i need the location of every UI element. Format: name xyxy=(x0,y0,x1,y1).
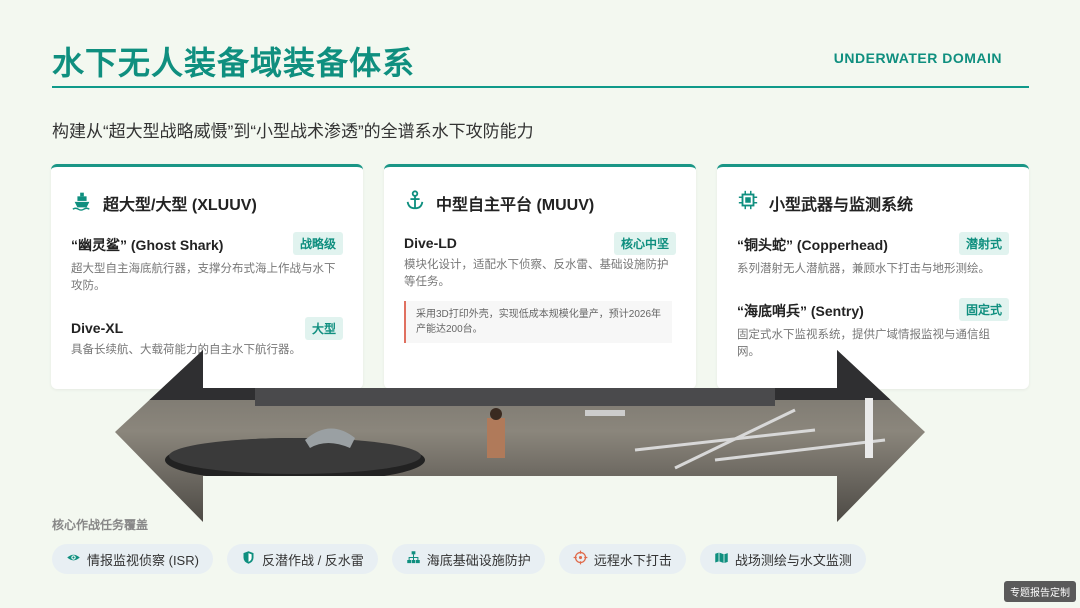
item-badge: 固定式 xyxy=(958,298,1009,321)
item-desc: 系列潜射无人潜航器，兼顾水下打击与地形测绘。 xyxy=(737,263,990,275)
item-desc: 超大型自主海底航行器，支撑分布式海上作战与水下攻防。 xyxy=(71,263,336,292)
equipment-item: “幽灵鲨” (Ghost Shark) 战略级 超大型自主海底航行器，支撑分布式… xyxy=(71,232,343,295)
crosshair-icon xyxy=(573,550,588,568)
item-desc: 模块化设计，适配水下侦察、反水雷、基础设施防护等任务。 xyxy=(404,259,669,288)
page-subtitle: 构建从“超大型战略威慑”到“小型战术渗透”的全谱系水下攻防能力 xyxy=(52,122,534,141)
item-badge: 大型 xyxy=(304,317,343,340)
item-badge: 核心中坚 xyxy=(613,232,676,255)
eye-icon xyxy=(66,550,81,568)
card-title: 超大型/大型 (XLUUV) xyxy=(103,196,257,214)
item-badge: 潜射式 xyxy=(958,232,1009,255)
chip-icon xyxy=(737,189,759,216)
title-divider xyxy=(52,86,1029,88)
mission-label: 远程水下打击 xyxy=(593,552,672,568)
mission-label: 反潜作战 / 反水雷 xyxy=(261,552,364,568)
map-icon xyxy=(714,550,729,568)
network-icon xyxy=(406,550,421,568)
item-badge: 战略级 xyxy=(292,232,343,255)
card-header: 小型武器与监测系统 xyxy=(737,189,913,216)
anchor-icon xyxy=(404,189,426,216)
item-name: Dive-XL xyxy=(71,320,124,336)
card-title: 中型自主平台 (MUUV) xyxy=(436,196,595,214)
mission-label: 情报监视侦察 (ISR) xyxy=(87,552,199,568)
mission-pill: 海底基础设施防护 xyxy=(391,544,545,574)
custom-report-tag: 专题报告定制 xyxy=(1004,581,1076,602)
production-note: 采用3D打印外壳，实现低成本规模化量产，预计2026年产能达200台。 xyxy=(404,301,672,343)
card-title: 小型武器与监测系统 xyxy=(769,196,914,214)
card-header: 超大型/大型 (XLUUV) xyxy=(71,189,257,216)
card-header: 中型自主平台 (MUUV) xyxy=(404,189,594,216)
mission-pill: 远程水下打击 xyxy=(558,544,686,574)
equipment-item: “铜头蛇” (Copperhead) 潜射式 系列潜射无人潜航器，兼顾水下打击与… xyxy=(737,232,1009,278)
mission-list: 情报监视侦察 (ISR) 反潜作战 / 反水雷 海底基础设施防护 远程水下打击 … xyxy=(52,544,866,574)
mission-pill: 反潜作战 / 反水雷 xyxy=(226,544,378,574)
mission-label: 海底基础设施防护 xyxy=(426,552,531,568)
mission-pill: 情报监视侦察 (ISR) xyxy=(52,544,213,574)
page-title: 水下无人装备域装备体系 xyxy=(52,45,416,81)
mission-label: 战场测绘与水文监测 xyxy=(734,552,852,568)
exhibition-photo xyxy=(115,340,925,522)
ship-icon xyxy=(71,189,93,216)
mission-pill: 战场测绘与水文监测 xyxy=(699,544,866,574)
shield-icon xyxy=(241,550,256,568)
equipment-item: Dive-LD 核心中坚 模块化设计，适配水下侦察、反水雷、基础设施防护等任务。 xyxy=(404,232,676,291)
missions-label: 核心作战任务覆盖 xyxy=(52,518,149,532)
domain-tag: UNDERWATER DOMAIN xyxy=(833,50,1002,66)
